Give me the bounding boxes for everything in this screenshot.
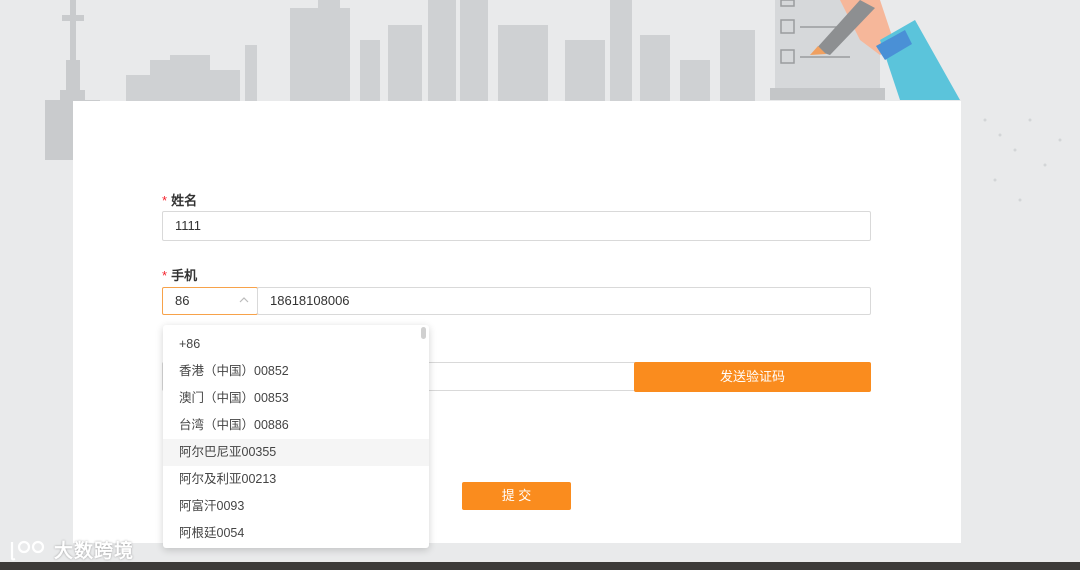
watermark-text: 大数跨境 (54, 541, 135, 562)
name-label-text: 姓名 (171, 193, 198, 208)
dropdown-option-hovered[interactable]: 阿尔巴尼亚00355 (163, 439, 429, 466)
bottom-strip (0, 562, 1080, 570)
send-code-button[interactable]: 发送验证码 (634, 362, 871, 392)
required-mark: * (162, 268, 168, 283)
submit-button[interactable]: 提 交 (462, 482, 571, 510)
phone-field-label: * 手机 (162, 265, 197, 284)
watermark-logo-icon (10, 540, 45, 560)
phone-input[interactable]: 18618108006 (257, 287, 871, 315)
country-code-select[interactable]: 86 (162, 287, 258, 315)
chevron-up-icon (239, 297, 249, 303)
dropdown-option[interactable]: 香港（中国）00852 (163, 358, 429, 385)
dropdown-option[interactable]: 台湾（中国）00886 (163, 412, 429, 439)
dropdown-option[interactable]: 阿尔及利亚00213 (163, 466, 429, 493)
name-input[interactable]: 1111 (162, 211, 871, 241)
dropdown-option[interactable]: 阿根廷0054 (163, 520, 429, 547)
dropdown-option-list: +86 香港（中国）00852 澳门（中国）00853 台湾（中国）00886 … (163, 331, 429, 547)
country-code-dropdown: +86 香港（中国）00852 澳门（中国）00853 台湾（中国）00886 … (163, 325, 429, 548)
watermark: 大数跨境 (8, 536, 134, 563)
country-code-value: 86 (175, 293, 190, 308)
phone-label-text: 手机 (171, 268, 198, 283)
name-field-label: * 姓名 (162, 190, 197, 209)
dropdown-option[interactable]: 阿富汗0093 (163, 493, 429, 520)
dropdown-option[interactable]: +86 (163, 331, 429, 358)
dropdown-option[interactable]: 澳门（中国）00853 (163, 385, 429, 412)
required-mark: * (162, 193, 168, 208)
